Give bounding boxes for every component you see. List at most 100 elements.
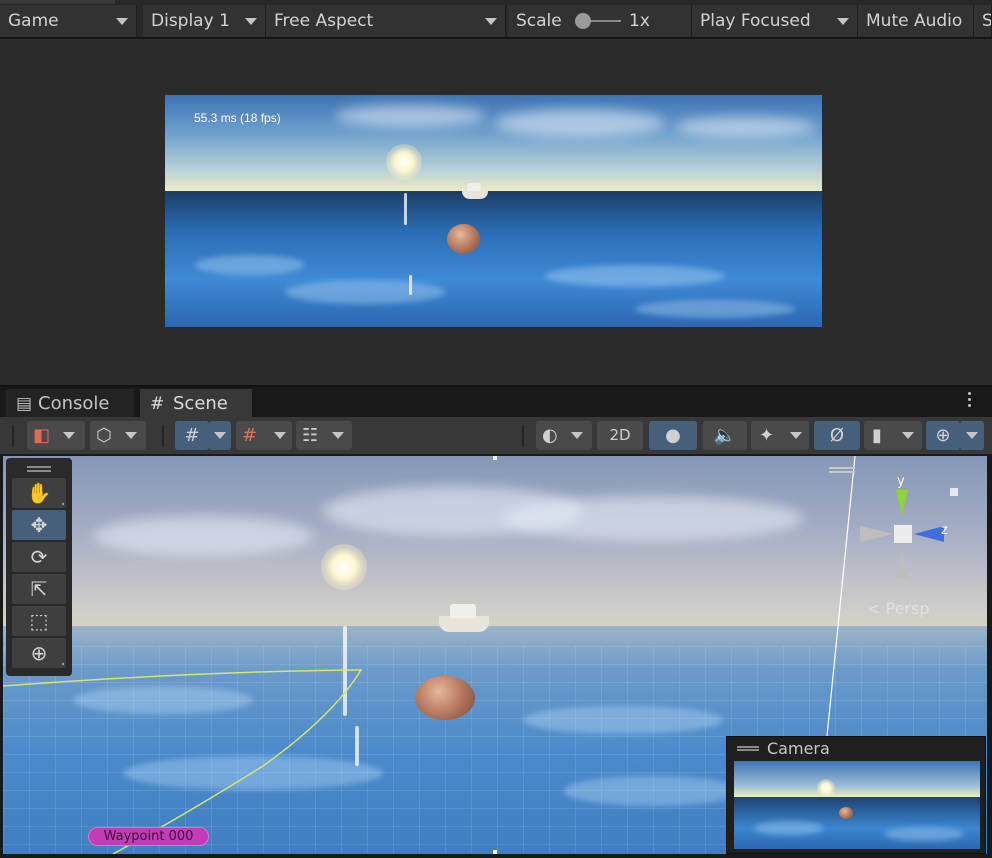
chevron-down-icon bbox=[274, 432, 286, 439]
sky bbox=[165, 95, 822, 191]
fps-counter: 55.3 ms (18 fps) bbox=[194, 111, 281, 125]
object-mode-dropdown[interactable]: ⬡ bbox=[90, 421, 146, 450]
buoy[interactable] bbox=[415, 676, 475, 720]
lighting-toggle-button[interactable]: ● bbox=[649, 421, 697, 450]
scene-tab-bar: ▤ Console # Scene bbox=[0, 385, 992, 419]
y-axis-cone bbox=[896, 490, 908, 516]
shading-mode-dropdown[interactable]: ◐ bbox=[536, 421, 592, 450]
sun-glint bbox=[404, 193, 407, 225]
boat-cabin bbox=[467, 183, 481, 191]
rect-tool-button[interactable]: ⬚ bbox=[12, 606, 66, 636]
stats-toggle[interactable]: S bbox=[974, 5, 992, 37]
boat bbox=[462, 190, 488, 199]
audio-muted-icon: 🔈 bbox=[713, 425, 737, 446]
scene-tools-panel: ✋ ✥ ⟳ ⇱ ⬚ ⊕ bbox=[6, 458, 72, 676]
camera-frustum-line bbox=[822, 456, 856, 777]
gizmos-toggle-button[interactable]: ⊕ bbox=[926, 421, 960, 450]
draw-mode-icon: ◧ bbox=[33, 425, 51, 446]
move-tool-button[interactable]: ✥ bbox=[12, 510, 66, 540]
preview-buoy bbox=[839, 807, 853, 819]
game-view-label: Game bbox=[8, 11, 59, 31]
grid-options-dropdown[interactable] bbox=[209, 421, 231, 450]
gizmo-center-cube bbox=[894, 525, 912, 543]
effects-dropdown[interactable]: ✦ bbox=[751, 421, 809, 450]
chevron-down-icon bbox=[125, 432, 137, 439]
rotate-tool-button[interactable]: ⟳ bbox=[12, 542, 66, 572]
camera-preview-overlay[interactable]: Camera bbox=[726, 736, 986, 854]
2d-label: 2D bbox=[609, 426, 631, 444]
effects-layers-icon: ✦ bbox=[759, 425, 775, 446]
camera-settings-dropdown[interactable]: ▮ bbox=[864, 421, 922, 450]
scale-tool-button[interactable]: ⇱ bbox=[12, 574, 66, 604]
tab-scene[interactable]: # Scene bbox=[140, 389, 252, 419]
wave bbox=[545, 265, 725, 287]
snap-dropdown[interactable]: # bbox=[236, 421, 292, 450]
sun-glint bbox=[409, 275, 412, 295]
grid-toggle-button[interactable]: # bbox=[175, 421, 209, 450]
gizmos-dropdown[interactable] bbox=[960, 421, 984, 450]
neg-z-axis-cone bbox=[860, 526, 894, 542]
neg-y-axis-cone bbox=[896, 548, 908, 578]
preview-wave bbox=[754, 821, 824, 835]
wave bbox=[285, 280, 445, 304]
tab-console[interactable]: ▤ Console bbox=[6, 389, 134, 419]
preview-sun bbox=[817, 779, 835, 797]
hand-icon: ✋ bbox=[26, 481, 52, 505]
tab-console-label: Console bbox=[38, 393, 110, 414]
audio-toggle-button[interactable]: 🔈 bbox=[703, 421, 747, 450]
mute-audio-toggle[interactable]: Mute Audio bbox=[858, 5, 974, 37]
chevron-left-icon: < bbox=[867, 599, 881, 618]
scale-icon: ⇱ bbox=[30, 577, 48, 601]
tab-scene-label: Scene bbox=[173, 393, 228, 414]
chevron-down-icon bbox=[245, 18, 257, 25]
chevron-down-icon bbox=[214, 432, 226, 439]
draw-mode-dropdown[interactable]: ◧ bbox=[27, 421, 85, 450]
2d-toggle-button[interactable]: 2D bbox=[597, 421, 643, 450]
game-render-image[interactable]: 55.3 ms (18 fps) bbox=[165, 95, 822, 327]
panel-grip-icon[interactable] bbox=[27, 466, 51, 472]
scene-visibility-toggle[interactable]: Ø bbox=[814, 421, 860, 450]
grid-icon: # bbox=[184, 425, 200, 446]
chevron-down-icon bbox=[571, 432, 583, 439]
play-mode-label: Play Focused bbox=[700, 11, 811, 31]
transform-icon: ⊕ bbox=[30, 641, 48, 665]
buoy bbox=[447, 224, 480, 254]
ruler-icon: ☷ bbox=[302, 425, 319, 446]
transform-tool-button[interactable]: ⊕ bbox=[12, 638, 66, 668]
video-camera-icon: ▮ bbox=[872, 425, 882, 446]
overlay-grip-icon[interactable] bbox=[737, 746, 759, 751]
game-view-dropdown[interactable]: Game bbox=[0, 5, 137, 37]
aspect-dropdown[interactable]: Free Aspect bbox=[266, 5, 506, 37]
game-tab-strip bbox=[0, 0, 115, 4]
waypoint-label[interactable]: Waypoint 000 bbox=[88, 827, 209, 846]
light-bulb-icon: ● bbox=[665, 425, 681, 446]
toolbar-grip bbox=[12, 425, 14, 447]
more-options-icon[interactable] bbox=[968, 392, 972, 410]
display-dropdown[interactable]: Display 1 bbox=[143, 5, 266, 37]
scene-viewport[interactable]: ✋ ✥ ⟳ ⇱ ⬚ ⊕ y z < Persp Waypoint 000 Cam… bbox=[3, 456, 987, 854]
chevron-down-icon bbox=[332, 432, 344, 439]
projection-toggle[interactable]: < Persp bbox=[867, 599, 930, 618]
scale-label: Scale bbox=[516, 11, 562, 31]
z-axis-cone bbox=[914, 526, 944, 542]
gizmo-z-label: z bbox=[941, 523, 948, 538]
toolbar-separator bbox=[162, 425, 164, 447]
hash-icon: # bbox=[150, 394, 165, 414]
view-tool-button[interactable]: ✋ bbox=[12, 478, 66, 508]
increment-snap-dropdown[interactable]: ☷ bbox=[296, 421, 352, 450]
toolbar-separator bbox=[522, 425, 524, 447]
console-icon: ▤ bbox=[16, 394, 33, 414]
rotate-icon: ⟳ bbox=[30, 545, 48, 569]
gizmo-globe-icon: ⊕ bbox=[935, 425, 951, 446]
move-arrows-icon: ✥ bbox=[30, 513, 48, 537]
scale-slider-handle[interactable] bbox=[575, 13, 591, 29]
cube-icon: ⬡ bbox=[96, 425, 112, 446]
wave bbox=[635, 300, 795, 318]
camera-preview-image bbox=[734, 761, 980, 849]
preview-wave bbox=[884, 827, 964, 841]
boat[interactable] bbox=[439, 616, 489, 632]
play-mode-dropdown[interactable]: Play Focused bbox=[692, 5, 858, 37]
persp-label: Persp bbox=[885, 599, 930, 618]
cloud bbox=[675, 117, 815, 137]
stats-label: S bbox=[982, 11, 992, 31]
